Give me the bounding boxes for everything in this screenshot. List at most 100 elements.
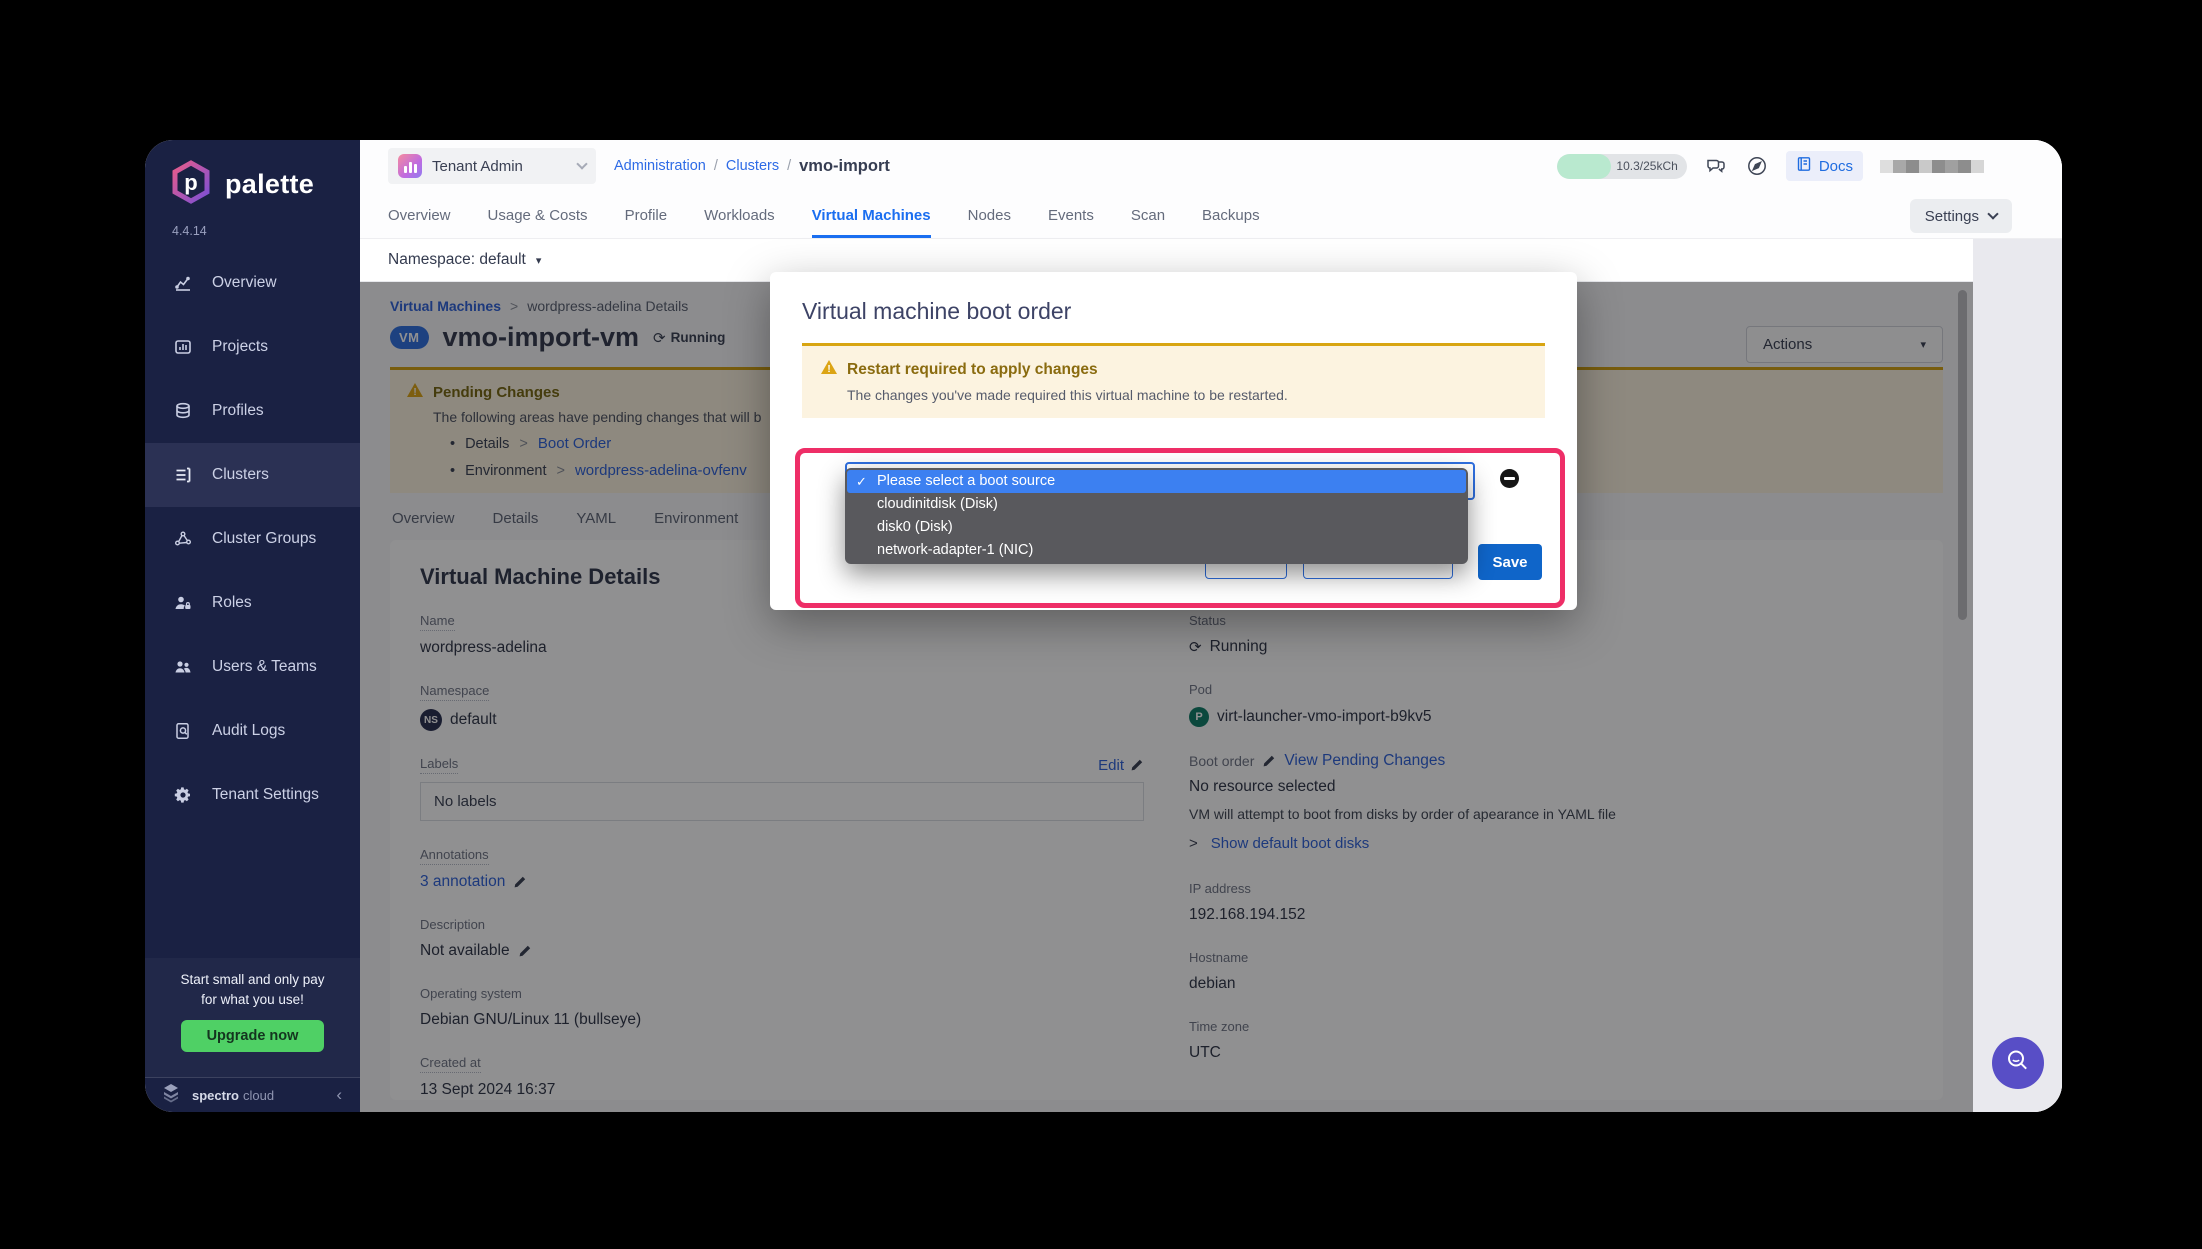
promo-text-line1: Start small and only pay [145,970,360,990]
dropdown-option-disk0[interactable]: disk0 (Disk) [847,516,1466,539]
chevron-down-icon [576,158,587,169]
breadcrumb-separator: / [787,158,791,174]
right-gutter [1973,239,2062,1112]
tab-backups[interactable]: Backups [1202,192,1260,238]
boot-source-dropdown-menu: ✓ Please select a boot source cloudinitd… [845,468,1468,564]
tab-virtual-machines[interactable]: Virtual Machines [812,192,931,238]
dropdown-option-selected[interactable]: ✓ Please select a boot source [847,470,1466,493]
breadcrumb-current: vmo-import [799,157,890,176]
caret-down-icon: ▾ [536,254,542,267]
sidebar-item-clusters[interactable]: Clusters [145,443,360,507]
sidebar-item-label: Cluster Groups [212,530,316,548]
search-fab-button[interactable] [1992,1037,2044,1089]
sidebar-item-projects[interactable]: Projects [145,315,360,379]
brand-cloud: cloud [243,1088,274,1103]
tenant-admin-icon [398,154,422,178]
censored-text [1880,160,1984,173]
sidebar-item-label: Profiles [212,402,264,420]
sidebar-nav: Overview Projects Profiles Clusters [145,251,360,827]
list-icon [172,465,194,485]
modal-title: Virtual machine boot order [802,298,1545,325]
sidebar-item-audit-logs[interactable]: Audit Logs [145,699,360,763]
top-header: Tenant Admin Administration / Clusters /… [360,140,2062,192]
chevron-down-icon [1987,208,1998,219]
brand-spectro: spectro [192,1088,239,1103]
chat-icon[interactable] [1704,154,1728,178]
dropdown-option-cloudinitdisk[interactable]: cloudinitdisk (Disk) [847,493,1466,516]
tab-profile[interactable]: Profile [625,192,668,238]
promo-text-line2: for what you use! [145,990,360,1010]
option-label: cloudinitdisk (Disk) [877,496,998,512]
document-search-icon [172,721,194,741]
sidebar-footer: spectro cloud ‹ [145,1077,360,1112]
tab-overview[interactable]: Overview [388,192,451,238]
sidebar-item-users-teams[interactable]: Users & Teams [145,635,360,699]
usage-quota-fill [1557,154,1612,179]
cluster-tab-bar: Overview Usage & Costs Profile Workloads… [360,192,2062,239]
project-board-icon [172,337,194,357]
tab-scan[interactable]: Scan [1131,192,1165,238]
sidebar-item-profiles[interactable]: Profiles [145,379,360,443]
sidebar: p palette 4.4.14 Overview Projects [145,140,360,1112]
breadcrumb-administration[interactable]: Administration [614,158,706,174]
logo-text: palette [225,169,314,200]
sidebar-item-cluster-groups[interactable]: Cluster Groups [145,507,360,571]
project-scope-selector[interactable]: Tenant Admin [388,148,596,184]
sidebar-item-label: Users & Teams [212,658,317,676]
book-icon [1796,156,1812,176]
magnifier-smile-icon [2004,1047,2032,1080]
sidebar-collapse-chevron[interactable]: ‹ [336,1085,342,1105]
gear-icon [172,785,194,805]
app-window: p palette 4.4.14 Overview Projects [145,140,2062,1112]
dropdown-option-network-adapter[interactable]: network-adapter-1 (NIC) [847,539,1466,562]
user-lock-icon [172,593,194,613]
sidebar-item-label: Tenant Settings [212,786,319,804]
logo: p palette [169,160,314,209]
usage-quota-pill: 10.3/25kCh [1557,154,1687,179]
docs-button[interactable]: Docs [1786,151,1863,181]
tab-nodes[interactable]: Nodes [968,192,1011,238]
breadcrumb: Administration / Clusters / vmo-import [614,157,890,176]
svg-text:p: p [184,170,197,195]
sidebar-item-label: Projects [212,338,268,356]
option-label: disk0 (Disk) [877,519,953,535]
spectro-cloud-logo-icon [159,1081,183,1110]
upgrade-promo: Start small and only pay for what you us… [145,958,360,1078]
users-icon [172,657,194,677]
breadcrumb-clusters[interactable]: Clusters [726,158,779,174]
sidebar-item-label: Audit Logs [212,722,285,740]
chart-line-icon [172,273,194,293]
docs-label: Docs [1819,158,1853,175]
project-scope-label: Tenant Admin [432,158,523,175]
upgrade-now-button[interactable]: Upgrade now [181,1020,325,1052]
save-button[interactable]: Save [1478,544,1542,580]
palette-logo-icon: p [169,160,213,209]
remove-row-icon[interactable] [1500,469,1519,488]
app-version: 4.4.14 [172,224,207,238]
sidebar-item-tenant-settings[interactable]: Tenant Settings [145,763,360,827]
svg-text:!: ! [827,364,830,375]
tab-usage-costs[interactable]: Usage & Costs [488,192,588,238]
settings-label: Settings [1925,208,1979,225]
header-actions: 10.3/25kCh Docs [1557,151,1984,181]
sidebar-item-label: Overview [212,274,277,292]
sidebar-item-overview[interactable]: Overview [145,251,360,315]
network-icon [172,529,194,549]
check-icon: ✓ [856,470,867,493]
option-label: network-adapter-1 (NIC) [877,542,1033,558]
option-label: Please select a boot source [877,473,1055,489]
usage-quota-text: 10.3/25kCh [1616,154,1677,179]
tab-events[interactable]: Events [1048,192,1094,238]
breadcrumb-separator: / [714,158,718,174]
settings-button[interactable]: Settings [1910,199,2012,233]
warning-desc: The changes you've made required this vi… [847,387,1527,403]
namespace-label: Namespace: default [388,251,526,269]
sidebar-item-label: Roles [212,594,252,612]
scrollbar-thumb[interactable] [1958,290,1967,620]
layers-icon [172,401,194,421]
sidebar-item-roles[interactable]: Roles [145,571,360,635]
compass-icon[interactable] [1745,154,1769,178]
tab-workloads[interactable]: Workloads [704,192,775,238]
warning-title: Restart required to apply changes [847,361,1098,379]
warning-triangle-icon: ! [820,359,838,380]
